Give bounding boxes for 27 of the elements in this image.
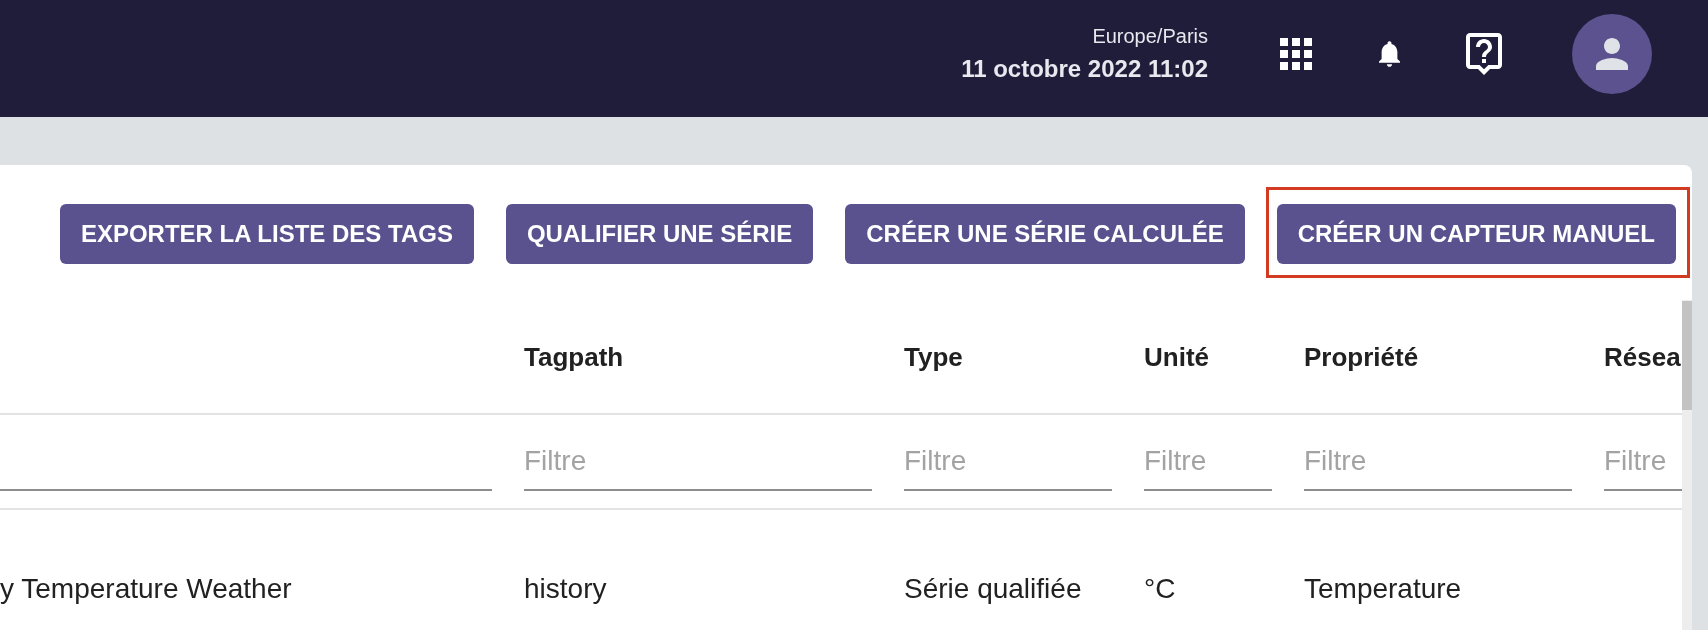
table-cell-text: °C <box>1144 572 1177 606</box>
table-cell-text: Temperature <box>1304 572 1463 606</box>
timezone-label: Europe/Paris <box>1092 24 1208 48</box>
column-header: Tagpath <box>524 340 625 373</box>
column-header: Unité <box>1144 340 1210 373</box>
action-button[interactable]: CRÉER UN CAPTEUR MANUEL <box>1276 204 1676 264</box>
column-header: Type <box>904 340 964 373</box>
apps-grid-icon[interactable] <box>1280 38 1312 70</box>
scrollbar-thumb[interactable] <box>1682 301 1692 410</box>
scrollbar[interactable] <box>1682 300 1692 630</box>
action-button[interactable]: CRÉER UNE SÉRIE CALCULÉE <box>845 204 1245 264</box>
table-cell-text: Série qualifiée <box>904 572 1083 606</box>
column-header: Propriété <box>1304 340 1420 373</box>
table-cell-text: history <box>524 572 608 606</box>
date-time-label: 11 octobre 2022 11:02 <box>961 54 1208 84</box>
column-header: Résea <box>1604 340 1682 373</box>
user-avatar-icon[interactable] <box>1572 14 1652 94</box>
filter-field[interactable]: Filtre <box>1144 441 1272 491</box>
filter-field[interactable]: Filtre <box>524 441 872 491</box>
help-icon[interactable] <box>1466 33 1502 75</box>
bell-icon[interactable] <box>1379 41 1400 67</box>
filter-field[interactable]: Filtre <box>1304 441 1572 491</box>
action-button[interactable]: QUALIFIER UNE SÉRIE <box>505 204 814 264</box>
table-cell-text: y Temperature Weather <box>0 572 293 606</box>
action-button[interactable]: EXPORTER LA LISTE DES TAGS <box>59 204 474 264</box>
filter-field[interactable]: Filtre <box>904 441 1112 491</box>
filter-field[interactable]: Filtre <box>1604 441 1682 491</box>
